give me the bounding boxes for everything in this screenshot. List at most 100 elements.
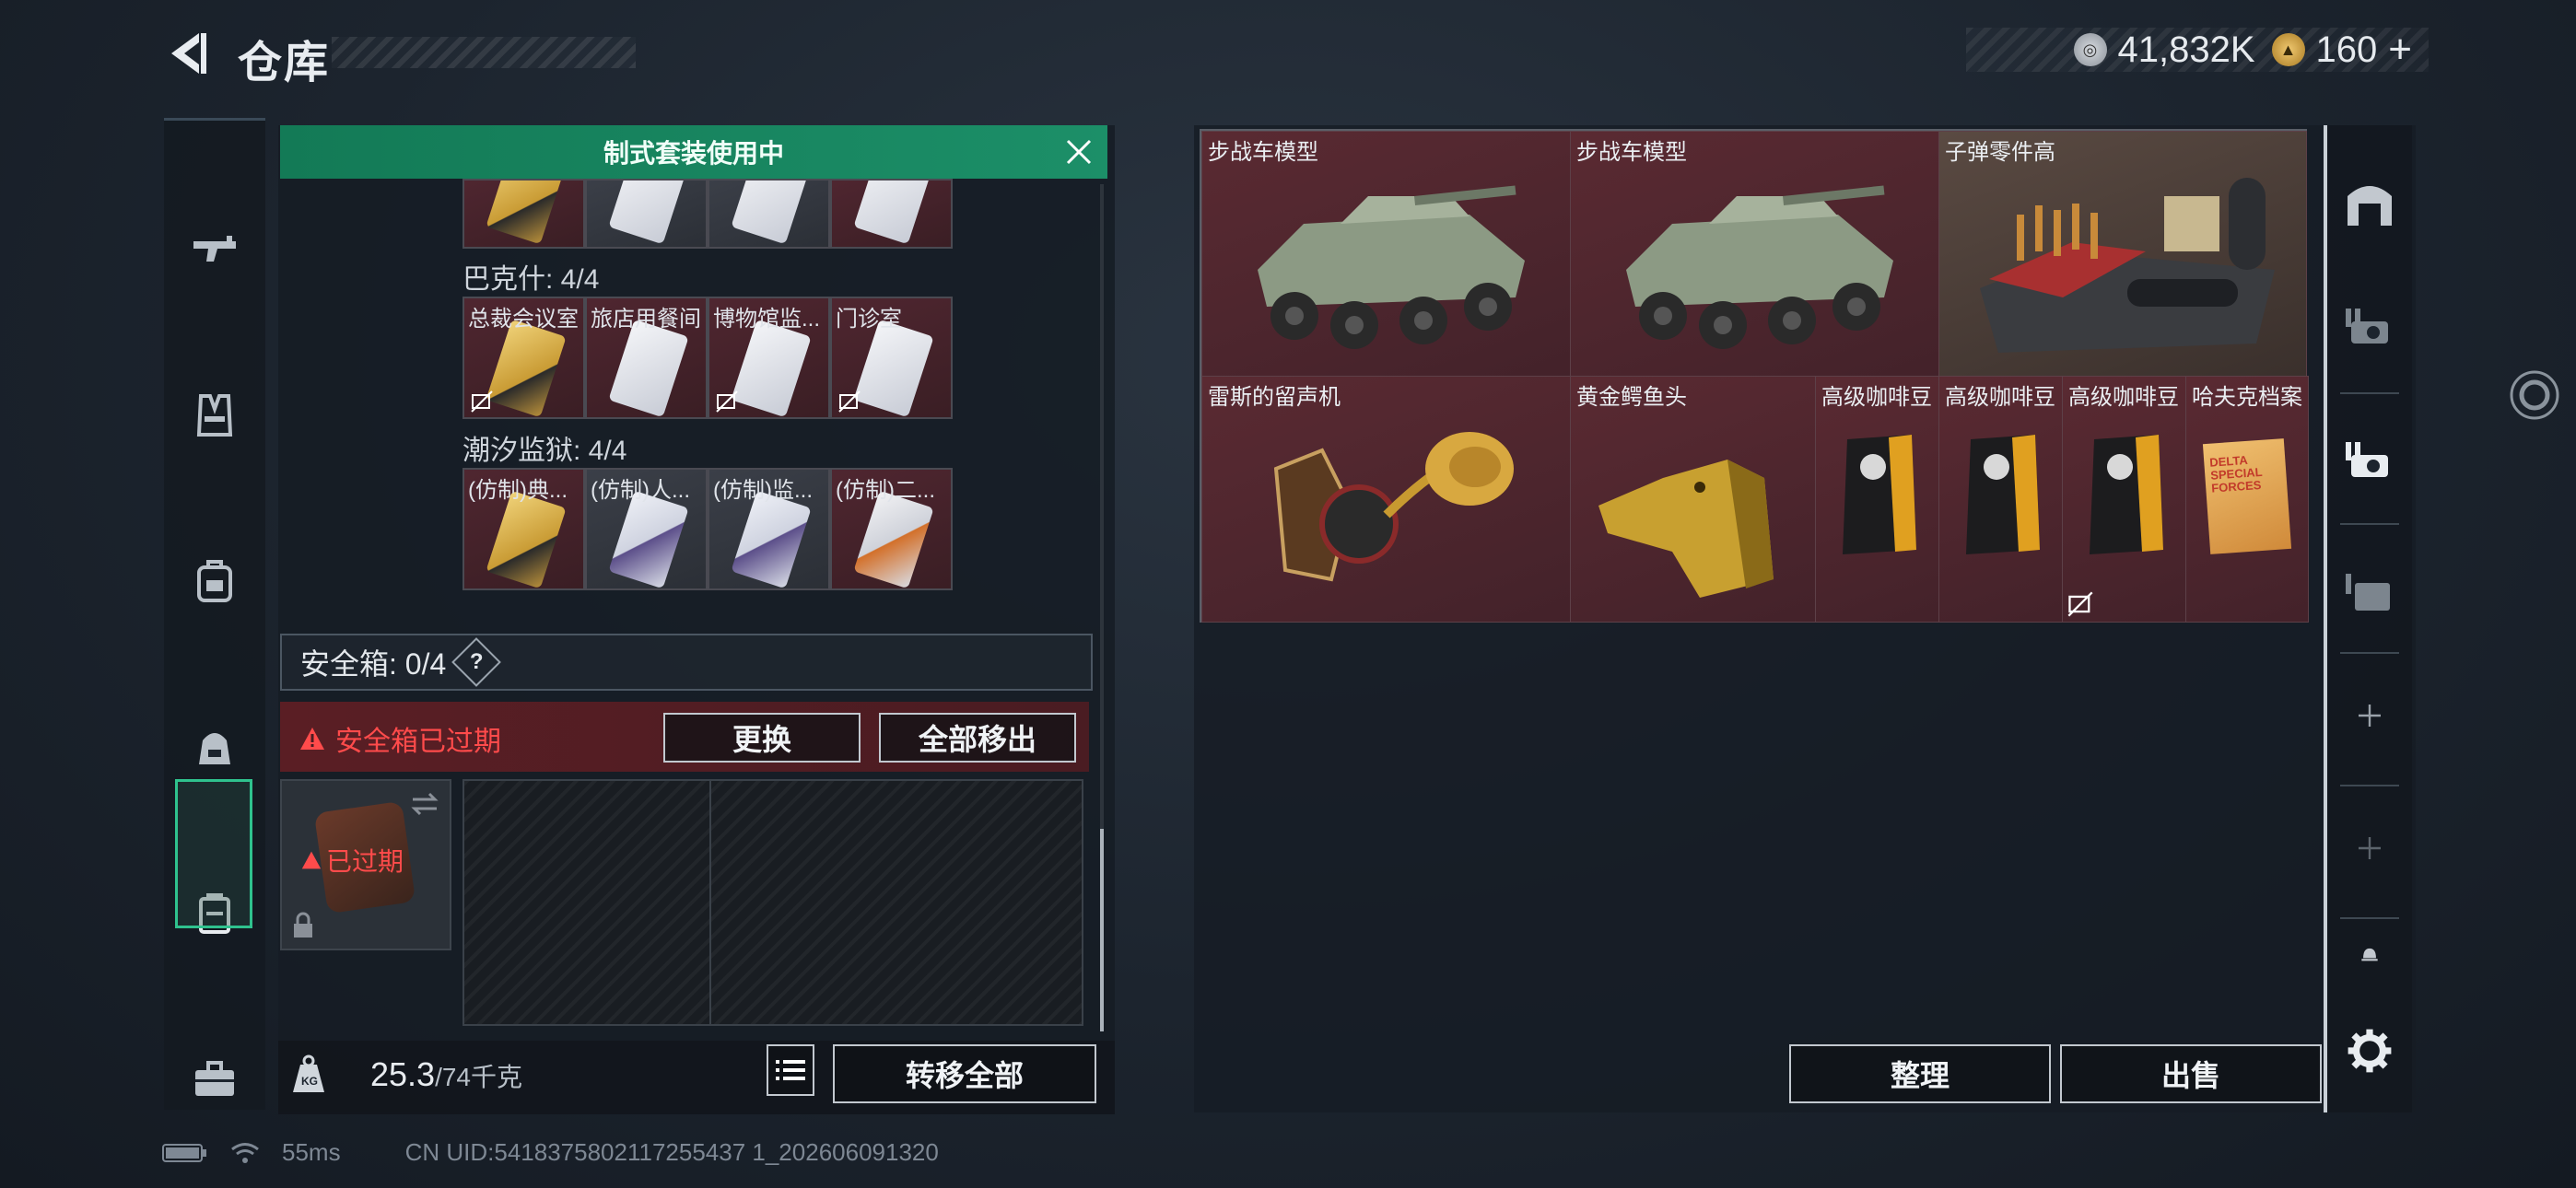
weight-current: 25.3 [370,1055,436,1093]
warehouse-tab[interactable] [2327,144,2412,263]
safebox-expired-label: 已过期 [300,842,404,879]
stash-item[interactable]: 高级咖啡豆 [2062,376,2187,623]
stash-tab-2[interactable] [2327,397,2412,517]
stash-tab-3[interactable] [2327,530,2412,650]
ammo-crate-art [1980,178,2275,353]
loadout-in-use-banner: 制式套装使用中 [280,125,1107,179]
key-card[interactable]: 旅店用餐间 [585,297,708,419]
toolbox-icon [195,1061,234,1096]
sell-button[interactable]: 出售 [2060,1044,2322,1103]
stash-tab-1[interactable] [2327,263,2412,383]
weight-kg-icon: KG [293,1054,324,1092]
safebox-label: 安全箱: 0/4 [300,647,447,681]
remove-all-button[interactable]: 全部移出 [879,713,1076,763]
no-trade-icon [2067,591,2093,617]
key-card[interactable]: 门诊室 [830,297,953,419]
item-name: 雷斯的留声机 [1208,385,1341,410]
loadout-scrollbar[interactable] [1100,184,1104,1031]
stash-grid: 步战车模型 步战车模型 子弹零件高 雷斯的留声机 黄金鳄鱼头 高级咖啡豆 高级咖… [1200,129,2309,623]
no-trade-icon [471,390,493,413]
nav-armor[interactable] [164,342,265,489]
add-stash-tab[interactable] [2327,656,2412,775]
close-icon[interactable] [1063,136,1095,168]
equipment-category-nav [164,118,265,1110]
coffee-bag-art [1966,435,2040,554]
card-name: 博物馆监... [713,307,821,332]
key-card[interactable]: 总裁会议室 [463,297,585,419]
file-folder-art: DELTA SPECIAL FORCES [2202,438,2292,554]
stash-item[interactable]: 步战车模型 [1570,131,1940,378]
key-card[interactable] [585,179,708,249]
card-row-bakesh: 总裁会议室 旅店用餐间 博物馆监... 门诊室 [463,297,953,419]
apc-model-art [1258,185,1525,349]
key-card[interactable] [708,179,830,249]
weight-readout: 25.3/74千克 [370,1055,522,1094]
battery-icon [162,1143,206,1162]
key-card[interactable] [463,179,585,249]
aim-target-icon[interactable] [2508,368,2561,422]
card-name: (仿制)监... [713,478,813,503]
silver-currency[interactable]: ◎ 41,832K [2073,29,2255,71]
help-icon[interactable]: ? [451,637,502,687]
key-card[interactable] [830,179,953,249]
key-card[interactable]: (仿制)二... [830,468,953,590]
gold-croc-head-art [1598,460,1774,598]
key-card[interactable]: 博物馆监... [708,297,830,419]
key-card[interactable]: (仿制)典... [463,468,585,590]
status-bar: 55ms CN UID:5418375802117255437 1_202606… [162,1138,939,1167]
list-view-button[interactable] [767,1044,814,1096]
stash-item[interactable]: 黄金鳄鱼头 [1570,376,1817,623]
card-row-partial [463,179,953,249]
safebox-header: 安全箱: 0/4 ? [280,634,1093,691]
item-name: 高级咖啡豆 [2068,385,2179,410]
transfer-all-button[interactable]: 转移全部 [833,1044,1096,1103]
set-label-bakesh: 巴克什: 4/4 [463,264,600,295]
add-stash-tab-2[interactable] [2327,788,2412,908]
back-arrow-icon[interactable] [162,28,214,79]
stash-item[interactable]: 高级咖啡豆 [1815,376,1940,623]
stash-item[interactable]: 步战车模型 [1201,131,1572,378]
gold-currency-value: 160 [2315,29,2378,70]
nav-active-indicator [175,779,252,928]
nav-backpack[interactable] [164,507,265,655]
card-row-tidal-prison: (仿制)典... (仿制)人... (仿制)监... (仿制)二... [463,468,953,590]
warning-icon [300,728,324,750]
settings-button[interactable] [2327,991,2412,1111]
warning-icon [301,851,322,869]
nav-toolbox[interactable] [164,1005,265,1152]
safebox-item[interactable]: 已过期 [280,779,451,950]
coffee-bag-art [2090,435,2163,554]
safebox-grid[interactable] [463,779,1083,1026]
svg-text:KG: KG [301,1075,318,1088]
no-trade-icon [838,390,861,413]
notification-tab[interactable] [2327,926,2412,982]
replace-safebox-button[interactable]: 更换 [663,713,861,763]
key-card[interactable]: (仿制)人... [585,468,708,590]
card-name: 门诊室 [836,307,902,332]
gramophone-art [1273,432,1514,582]
swap-icon[interactable] [409,790,440,818]
user-uid: CN UID:5418375802117255437 1_20260609132… [404,1138,939,1166]
stash-item[interactable]: 雷斯的留声机 [1201,376,1572,623]
camera-stash-active-icon [2346,442,2388,477]
add-currency-button[interactable]: + [2388,27,2412,73]
card-name: (仿制)二... [836,478,935,503]
item-name: 高级咖啡豆 [1945,385,2055,410]
stash-item[interactable]: 高级咖啡豆 [1938,376,2064,623]
stash-item[interactable]: 子弹零件高 [1938,131,2307,378]
gold-coin-icon: ▲ [2271,33,2305,66]
stash-folder-icon [2346,574,2390,611]
gold-currency[interactable]: ▲ 160 + [2271,27,2412,73]
banner-text: 制式套装使用中 [603,139,784,168]
lock-icon [294,912,312,938]
item-name: 哈夫克档案 [2192,385,2302,410]
no-trade-icon [716,390,738,413]
warehouse-tab-icon [2348,186,2392,226]
wifi-icon [231,1142,259,1163]
nav-weapon[interactable] [164,176,265,323]
item-name: 黄金鳄鱼头 [1576,385,1687,410]
key-card[interactable]: (仿制)监... [708,468,830,590]
stash-item[interactable]: 哈夫克档案 DELTA SPECIAL FORCES [2185,376,2309,623]
camera-stash-icon [2346,309,2388,344]
sort-button[interactable]: 整理 [1789,1044,2051,1103]
